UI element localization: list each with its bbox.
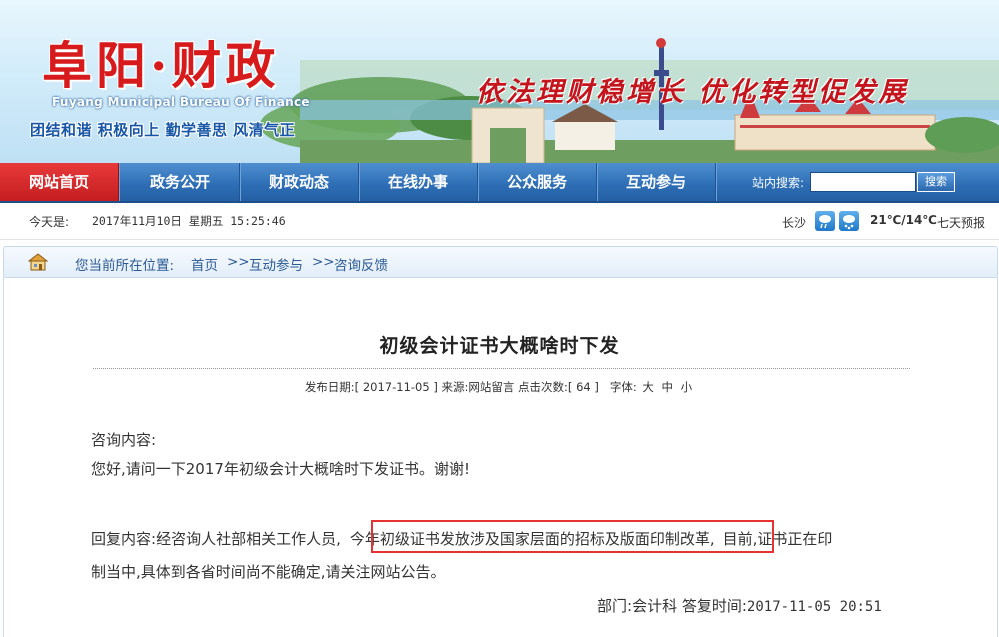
reply-label: 回复内容:	[91, 530, 157, 548]
nav-item-finance-news[interactable]: 财政动态	[240, 163, 359, 201]
temperature: 21℃/14℃	[870, 213, 937, 227]
publish-date: 2017-11-05	[362, 380, 430, 394]
breadcrumb-prefix: 您当前所在位置:	[75, 258, 175, 274]
publish-date-label: 发布日期:[	[304, 380, 360, 394]
snow-icon	[839, 211, 859, 231]
reply-time: 2017-11-05 20:51	[746, 599, 882, 615]
site-logo-english: Fuyang Municipal Bureau Of Finance	[52, 95, 310, 109]
info-bar: 今天是: 2017年11月10日 星期五 15:25:46 长沙 21℃/14℃…	[0, 203, 999, 240]
reply-footer: 部门:会计科 答复时间:2017-11-05 20:51	[597, 595, 882, 616]
breadcrumb-separator: >>	[312, 254, 335, 270]
main-nav: 网站首页 政务公开 财政动态 在线办事 公众服务 互动参与 站内搜索: 搜索	[0, 163, 999, 203]
question-text: 您好,请问一下2017年初级会计大概啥时下发证书。谢谢!	[91, 460, 470, 478]
seven-day-forecast-link[interactable]: 七天预报	[937, 214, 985, 231]
source-value: 网站留言	[468, 380, 515, 394]
clicks-label: 点击次数:[	[518, 380, 573, 394]
home-icon	[27, 253, 49, 275]
question-label: 咨询内容:	[91, 431, 157, 449]
breadcrumb-interaction[interactable]: 互动参与	[249, 254, 303, 274]
article-meta: 发布日期:[ 2017-11-05 ] 来源:网站留言 点击次数:[ 64 ] …	[0, 379, 999, 395]
breadcrumb: 您当前所在位置: 首页 >> 互动参与 >> 咨询反馈	[3, 246, 998, 278]
header-banner: 阜阳·财政 Fuyang Municipal Bureau Of Finance…	[0, 0, 999, 163]
rain-icon	[815, 211, 835, 231]
click-count: 64	[576, 380, 591, 394]
clicks-end: ]	[594, 380, 599, 394]
highlight-box	[371, 520, 774, 553]
nav-item-home[interactable]: 网站首页	[0, 163, 119, 201]
reply-time-label: 答复时间:	[681, 597, 747, 615]
reply-text-pre: 经咨询人社部相关工作人员,	[156, 530, 341, 548]
current-datetime: 2017年11月10日 星期五 15:25:46	[92, 214, 286, 228]
font-size-large[interactable]: 大	[642, 380, 654, 394]
reply-line-2: 制当中,具体到各省时间尚不能确定,请关注网站公告。	[91, 563, 446, 581]
dept-label: 部门:	[597, 597, 633, 615]
breadcrumb-feedback[interactable]: 咨询反馈	[334, 254, 388, 274]
nav-item-online-services[interactable]: 在线办事	[359, 163, 478, 201]
site-motto: 团结和谐 积极向上 勤学善思 风清气正	[30, 121, 296, 139]
source-label: ] 来源:	[433, 380, 469, 394]
search-button[interactable]: 搜索	[917, 172, 955, 192]
site-slogan: 依法理财稳增长 优化转型促发展	[476, 77, 909, 108]
breadcrumb-separator: >>	[227, 254, 250, 270]
weather-city: 长沙	[782, 216, 807, 230]
breadcrumb-home[interactable]: 首页	[191, 254, 218, 274]
font-size-label: 字体:	[609, 380, 637, 394]
font-size-small[interactable]: 小	[681, 380, 693, 394]
nav-item-government-affairs[interactable]: 政务公开	[121, 163, 240, 201]
search-label: 站内搜索:	[752, 176, 805, 190]
font-size-medium[interactable]: 中	[662, 380, 674, 394]
nav-item-interaction[interactable]: 互动参与	[597, 163, 716, 201]
title-divider	[93, 368, 910, 369]
nav-item-public-services[interactable]: 公众服务	[478, 163, 597, 201]
search-input[interactable]	[810, 172, 916, 192]
article-title: 初级会计证书大概啥时下发	[379, 335, 620, 357]
dept-value: 会计科	[632, 597, 678, 615]
site-logo-title: 阜阳·财政	[42, 36, 280, 95]
today-label: 今天是:	[29, 215, 70, 229]
